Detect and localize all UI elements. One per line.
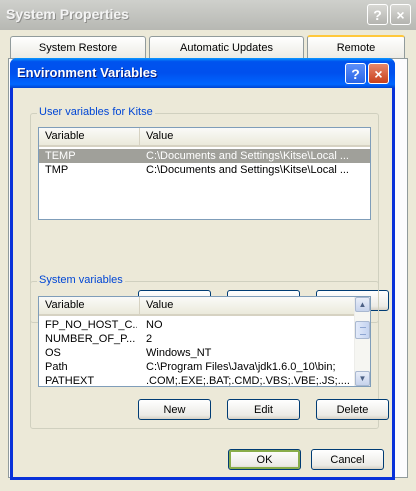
variable-name: NUMBER_OF_P... — [45, 333, 136, 345]
ok-button[interactable]: OK — [228, 449, 301, 470]
variable-name: TMP — [45, 164, 69, 176]
list-item[interactable]: OS Windows_NT — [39, 346, 354, 360]
user-variables-list[interactable]: Variable Value TEMP C:\Documents and Set… — [38, 127, 371, 220]
system-new-button[interactable]: New — [138, 399, 211, 420]
tab-label: Automatic Updates — [180, 41, 273, 54]
variable-value: .COM;.EXE;.BAT;.CMD;.VBS;.VBE;.JS;.... — [146, 375, 350, 387]
user-variables-label: User variables for Kitse — [37, 106, 155, 118]
list-item[interactable]: TEMP C:\Documents and Settings\Kitse\Loc… — [39, 149, 370, 163]
variable-value: 2 — [146, 333, 153, 345]
scroll-up-button[interactable]: ▲ — [355, 297, 370, 312]
chevron-up-icon: ▲ — [358, 300, 367, 309]
variable-value: C:\Program Files\Java\jdk1.6.0_10\bin; — [146, 361, 336, 373]
list-item[interactable]: FP_NO_HOST_C... NO — [39, 318, 354, 332]
list-item[interactable]: TMP C:\Documents and Settings\Kitse\Loca… — [39, 163, 370, 177]
dialog-titlebar[interactable]: Environment Variables ? × — [10, 58, 395, 88]
help-icon: ? — [373, 6, 382, 23]
variable-name: Path — [45, 361, 68, 373]
variable-value: C:\Documents and Settings\Kitse\Local ..… — [146, 164, 349, 176]
system-variables-group: System variables Variable Value FP_NO_HO… — [30, 274, 389, 429]
tab-remote[interactable]: Remote — [307, 35, 405, 59]
tab-system-restore[interactable]: System Restore — [10, 36, 146, 58]
list-item[interactable]: Path C:\Program Files\Java\jdk1.6.0_10\b… — [39, 360, 354, 374]
close-icon: × — [396, 6, 405, 23]
system-properties-titlebar: System Properties ? × — [0, 0, 416, 30]
column-header-variable[interactable]: Variable — [39, 128, 140, 145]
variable-value: C:\Documents and Settings\Kitse\Local ..… — [146, 150, 349, 162]
variable-name: PATHEXT — [45, 375, 95, 387]
system-delete-button[interactable]: Delete — [316, 399, 389, 420]
help-icon: ? — [351, 65, 360, 82]
cancel-button[interactable]: Cancel — [311, 449, 384, 470]
variable-name: FP_NO_HOST_C... — [45, 319, 137, 331]
system-variables-list[interactable]: Variable Value FP_NO_HOST_C... NO NUMBER… — [38, 296, 371, 387]
system-variables-label: System variables — [37, 274, 125, 286]
tab-automatic-updates[interactable]: Automatic Updates — [149, 36, 304, 58]
variable-name: TEMP — [45, 150, 76, 162]
dialog-help-button[interactable]: ? — [345, 63, 366, 84]
variable-name: OS — [45, 347, 61, 359]
variable-value: NO — [146, 319, 163, 331]
scrollbar-thumb[interactable] — [355, 321, 370, 339]
dialog-title: Environment Variables — [17, 65, 158, 80]
list-item[interactable]: NUMBER_OF_P... 2 — [39, 332, 354, 346]
vertical-scrollbar[interactable]: ▲ ▼ — [354, 297, 370, 386]
close-icon: × — [374, 65, 383, 82]
dialog-close-button[interactable]: × — [368, 63, 389, 84]
column-header-value[interactable]: Value — [140, 128, 370, 145]
system-properties-close-button[interactable]: × — [390, 4, 411, 25]
column-header-value[interactable]: Value — [140, 297, 356, 314]
list-header: Variable Value — [39, 297, 354, 316]
chevron-down-icon: ▼ — [358, 374, 367, 383]
tab-label: Remote — [336, 42, 376, 54]
list-header: Variable Value — [39, 128, 370, 147]
environment-variables-dialog: Environment Variables ? × User variables… — [10, 58, 395, 480]
system-properties-title: System Properties — [6, 6, 129, 22]
system-edit-button[interactable]: Edit — [227, 399, 300, 420]
list-item[interactable]: PATHEXT .COM;.EXE;.BAT;.CMD;.VBS;.VBE;.J… — [39, 374, 354, 387]
scroll-down-button[interactable]: ▼ — [355, 371, 370, 386]
variable-value: Windows_NT — [146, 347, 212, 359]
tab-label: System Restore — [38, 41, 118, 54]
column-header-variable[interactable]: Variable — [39, 297, 140, 314]
system-properties-help-button[interactable]: ? — [367, 4, 388, 25]
